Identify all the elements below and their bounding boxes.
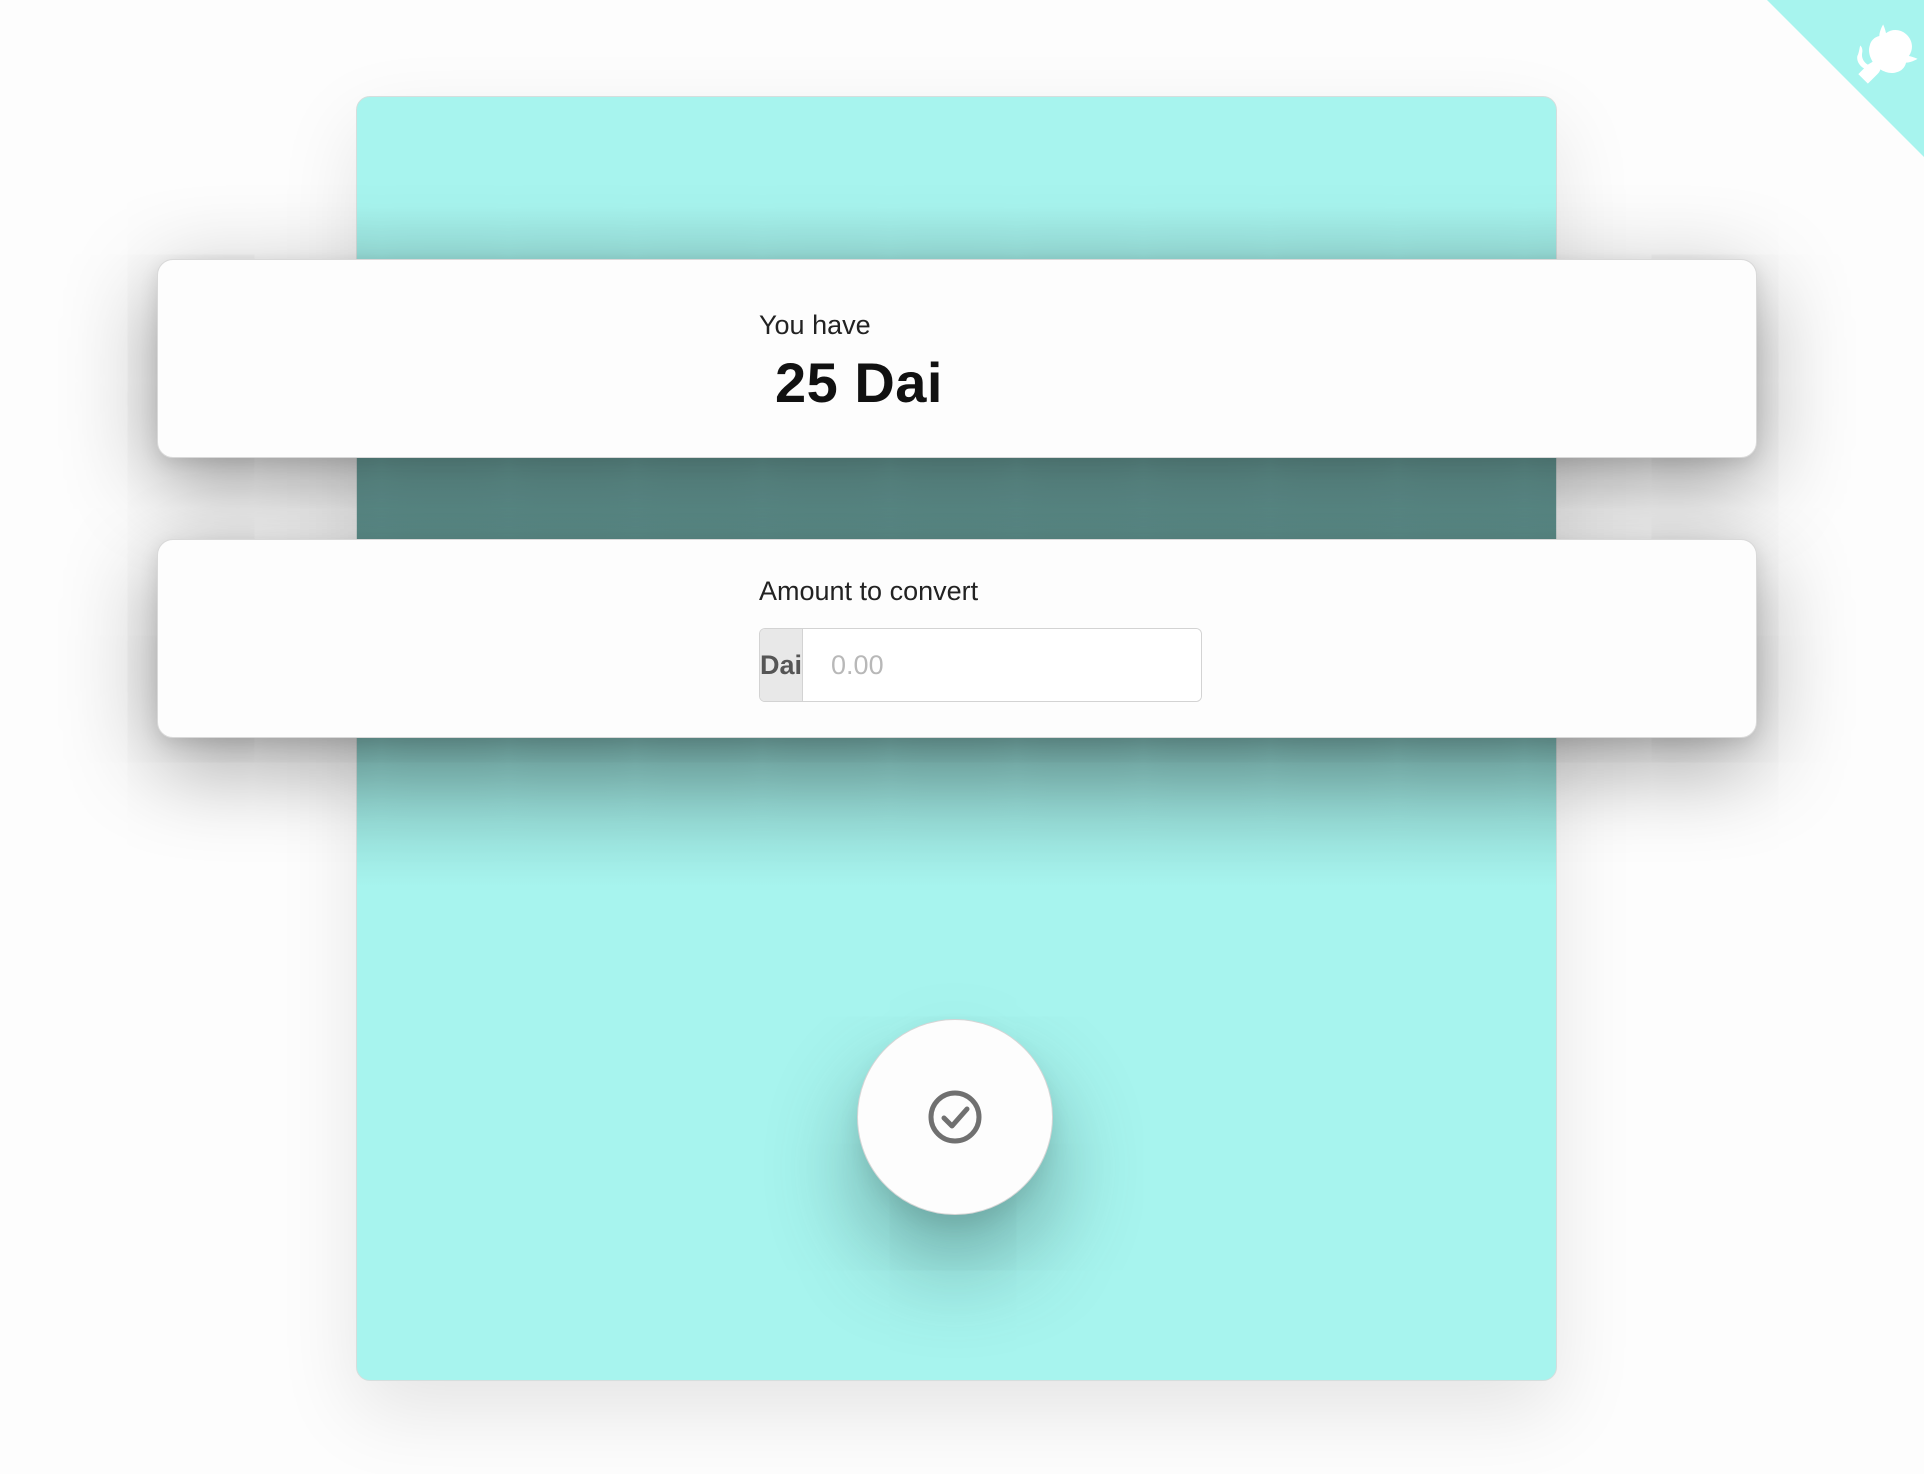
amount-label: Amount to convert: [759, 576, 979, 606]
confirm-button[interactable]: [857, 1019, 1053, 1215]
balance-value: 25 Dai: [775, 351, 943, 414]
balance-label: You have: [759, 310, 871, 340]
amount-input[interactable]: [803, 629, 1201, 701]
github-corner-link[interactable]: [1767, 0, 1924, 157]
check-circle-icon: [928, 1090, 982, 1144]
github-octocat-icon: [1767, 0, 1924, 157]
amount-card: Amount to convert Dai: [157, 539, 1757, 738]
balance-card: You have 25 Dai: [157, 259, 1757, 458]
currency-addon: Dai: [760, 629, 804, 701]
amount-input-group: Dai: [759, 628, 1202, 702]
